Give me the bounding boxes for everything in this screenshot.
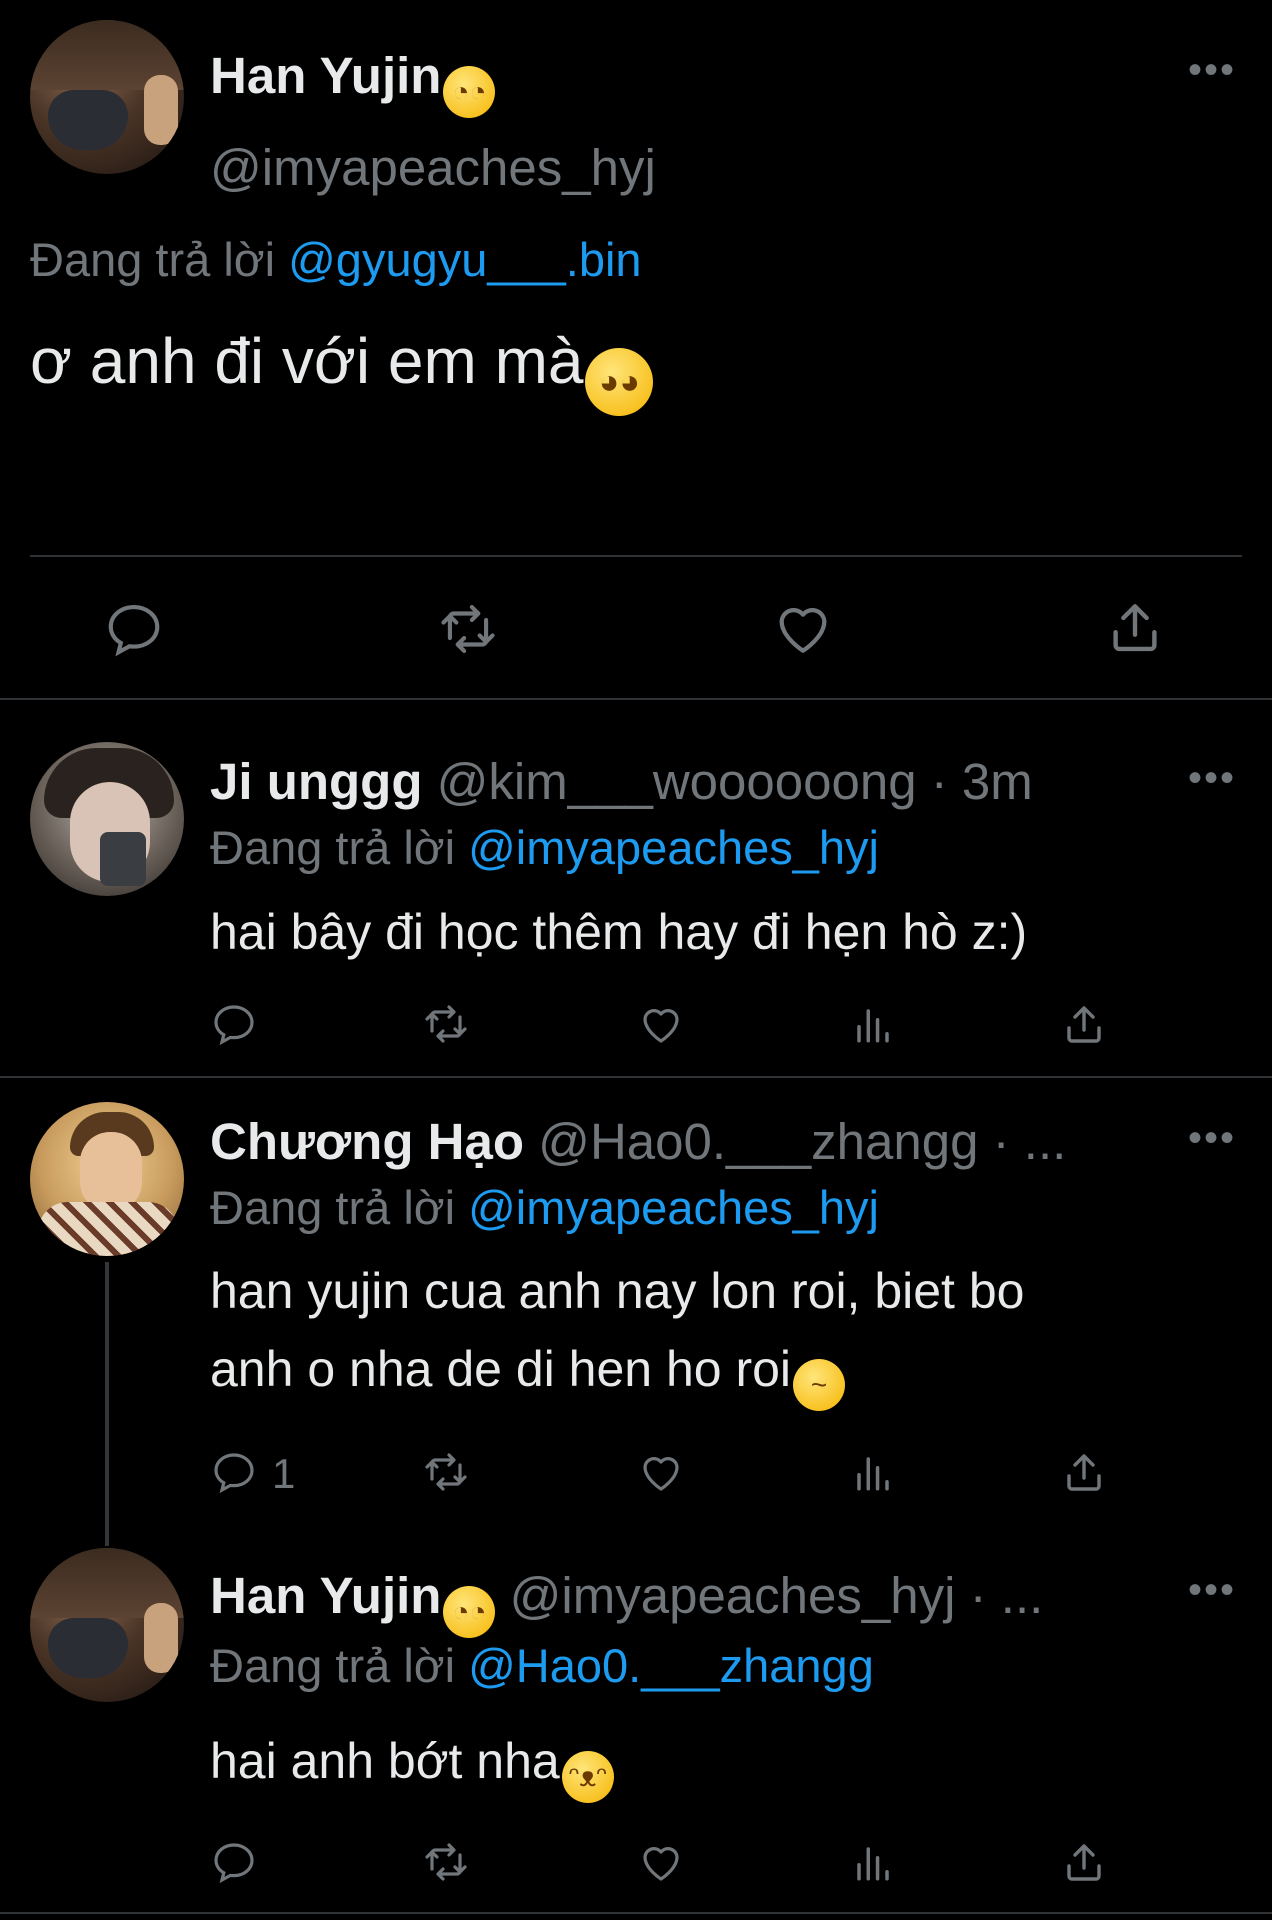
like-icon[interactable] [770,596,836,660]
thread-line [105,1262,109,1546]
replying-to: Đang trả lời @gyugyu___.bin [30,233,642,286]
timestamp[interactable]: · 3m [931,753,1033,810]
reply-count: 1 [272,1450,296,1497]
disguise-emoji-icon: ◔◔ [443,1586,496,1638]
avatar[interactable] [30,1102,184,1256]
like-icon[interactable] [636,1448,686,1496]
tweet-header: Ji unggg @kim___woooooong · 3m [210,752,1033,811]
mention-link[interactable]: @gyugyu___.bin [288,233,641,286]
tweet-text: hai anh bớt nha ᵔᴥᵔ [210,1722,614,1803]
section-divider [0,1912,1272,1914]
more-options-icon[interactable]: ••• [1188,756,1236,801]
display-name[interactable]: Han Yujin ◔◔ [210,1567,496,1638]
views-icon[interactable] [852,1450,894,1496]
reply-icon[interactable] [210,1000,258,1048]
display-name[interactable]: Han Yujin ◔◔ [210,46,496,118]
share-icon[interactable] [1060,1448,1108,1496]
avatar[interactable] [30,20,184,174]
more-options-icon[interactable]: ••• [1188,1116,1236,1161]
avatar[interactable] [30,742,184,896]
more-options-icon[interactable]: ••• [1188,1568,1236,1613]
tweet-text: han yujin cua anh nay lon roi, biet bo a… [210,1252,1024,1411]
share-icon[interactable] [1060,1000,1108,1048]
user-handle[interactable]: @imyapeaches_hyj [510,1567,956,1624]
timestamp[interactable]: · ... [970,1567,1044,1624]
share-icon[interactable] [1104,596,1166,658]
views-icon[interactable] [852,1840,894,1886]
section-divider [0,698,1272,700]
avatar[interactable] [30,1548,184,1702]
retweet-icon[interactable] [420,1000,472,1048]
user-handle[interactable]: @kim___woooooong [437,753,917,810]
reply-icon[interactable] [210,1838,258,1886]
disguise-emoji-icon: ◔◔ [443,66,496,118]
retweet-icon[interactable] [435,598,501,660]
more-options-icon[interactable]: ••• [1188,48,1236,93]
reply-icon[interactable] [103,598,165,660]
pleading-emoji-icon: ◕◕ [585,348,654,416]
section-divider [0,1076,1272,1078]
user-handle[interactable]: @Hao0.___zhangg [538,1113,978,1170]
views-icon[interactable] [852,1002,894,1048]
like-icon[interactable] [636,1000,686,1048]
user-handle[interactable]: @imyapeaches_hyj [210,138,656,197]
tweet-header: Han Yujin ◔◔ @imyapeaches_hyj · ... [210,1566,1043,1638]
tweet-header: Chương Hạo @Hao0.___zhangg · ... [210,1112,1066,1171]
timestamp[interactable]: · ... [993,1113,1067,1170]
tweet-text: ơ anh đi với em mà ◕◕ [30,324,654,416]
reply-icon[interactable] [210,1448,258,1496]
retweet-icon[interactable] [420,1838,472,1886]
replying-to: Đang trả lời @imyapeaches_hyj [210,1181,879,1234]
display-name[interactable]: Chương Hạo [210,1113,524,1170]
pouting-cat-emoji-icon: ᵔᴥᵔ [561,1751,614,1803]
retweet-icon[interactable] [420,1448,472,1496]
replying-to: Đang trả lời @Hao0.___zhangg [210,1639,874,1692]
mention-link[interactable]: @imyapeaches_hyj [468,821,879,874]
tweet-text: hai bây đi học thêm hay đi hẹn hò z:) [210,904,1028,960]
share-icon[interactable] [1060,1838,1108,1886]
display-name[interactable]: Ji unggg [210,753,422,810]
mention-link[interactable]: @imyapeaches_hyj [468,1181,879,1234]
divider [30,555,1242,557]
like-icon[interactable] [636,1838,686,1886]
woozy-emoji-icon: ~ [793,1359,846,1411]
mention-link[interactable]: @Hao0.___zhangg [468,1639,874,1692]
replying-to: Đang trả lời @imyapeaches_hyj [210,821,879,874]
